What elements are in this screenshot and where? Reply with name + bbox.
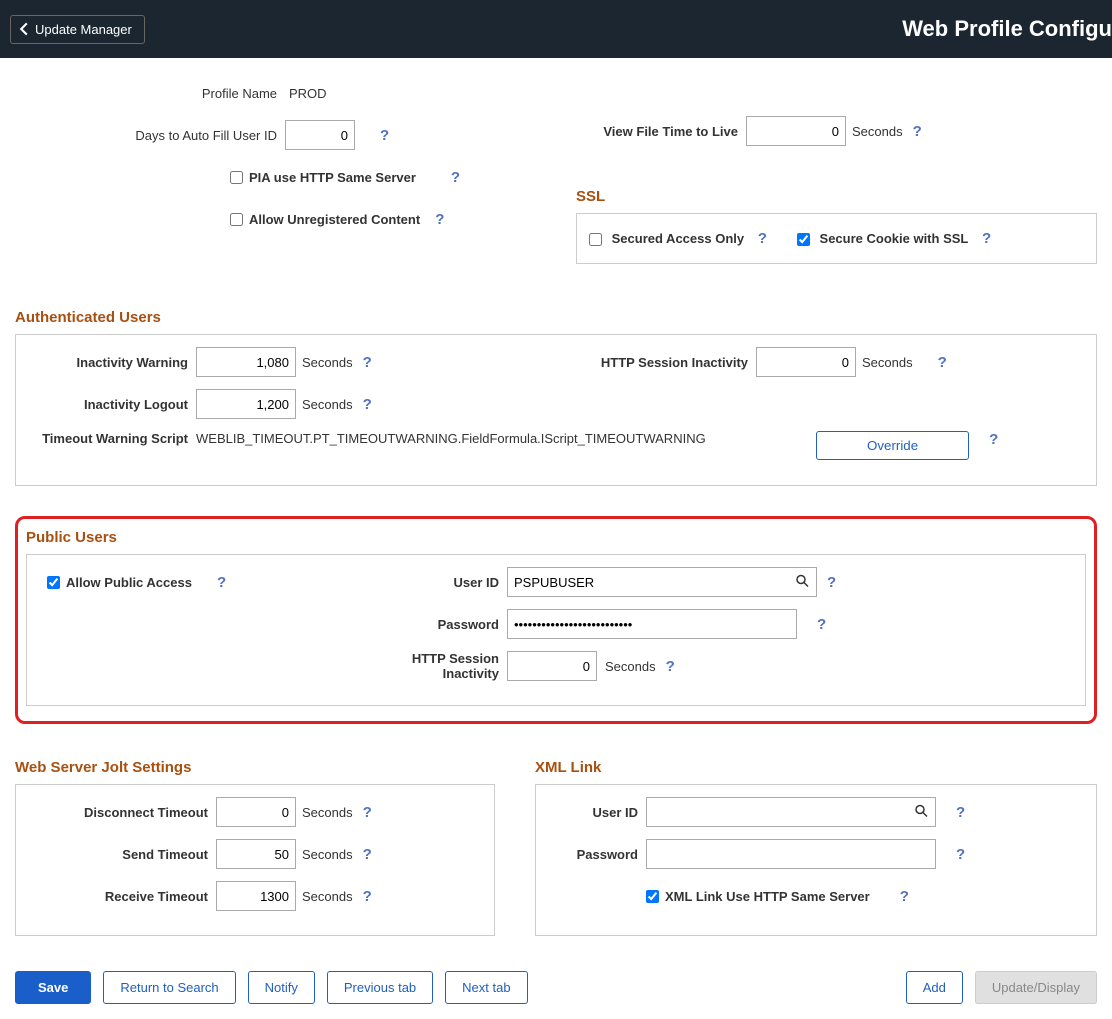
allow-unregistered-checkbox[interactable] <box>230 213 243 226</box>
allow-public-access-label: Allow Public Access <box>66 575 192 590</box>
public-http-inactivity-label: HTTP Session Inactivity <box>357 651 507 681</box>
ssl-section-title: SSL <box>576 188 1097 205</box>
help-icon[interactable]: ? <box>666 658 675 675</box>
help-icon[interactable]: ? <box>956 846 965 863</box>
jolt-title: Web Server Jolt Settings <box>15 759 495 776</box>
top-banner: Update Manager Web Profile Configu <box>0 0 1112 58</box>
help-icon[interactable]: ? <box>758 230 767 247</box>
pia-same-server-checkbox[interactable] <box>230 171 243 184</box>
lookup-icon[interactable] <box>795 574 809 591</box>
public-userid-input[interactable] <box>507 567 817 597</box>
timeout-script-label: Timeout Warning Script <box>26 431 196 446</box>
back-button-label: Update Manager <box>35 22 132 37</box>
auth-users-title: Authenticated Users <box>15 309 1097 326</box>
help-icon[interactable]: ? <box>363 396 372 413</box>
public-password-label: Password <box>357 617 507 632</box>
xml-userid-label: User ID <box>546 805 646 820</box>
help-icon[interactable]: ? <box>982 230 991 247</box>
help-icon[interactable]: ? <box>956 804 965 821</box>
help-icon[interactable]: ? <box>363 888 372 905</box>
profile-name-label: Profile Name <box>15 86 285 101</box>
inactivity-logout-label: Inactivity Logout <box>26 397 196 412</box>
allow-unregistered-label: Allow Unregistered Content <box>249 212 420 227</box>
inactivity-warning-label: Inactivity Warning <box>26 355 196 370</box>
help-icon[interactable]: ? <box>938 354 947 371</box>
help-icon[interactable]: ? <box>380 127 389 144</box>
xml-title: XML Link <box>535 759 1097 776</box>
pia-same-server-label: PIA use HTTP Same Server <box>249 170 416 185</box>
seconds-label: Seconds <box>302 355 353 370</box>
chevron-left-icon <box>17 22 31 36</box>
help-icon[interactable]: ? <box>900 888 909 905</box>
save-button[interactable]: Save <box>15 971 91 1004</box>
help-icon[interactable]: ? <box>913 123 922 140</box>
http-inactivity-input[interactable] <box>756 347 856 377</box>
receive-timeout-input[interactable] <box>216 881 296 911</box>
xml-password-label: Password <box>546 847 646 862</box>
next-tab-button[interactable]: Next tab <box>445 971 527 1004</box>
help-icon[interactable]: ? <box>451 169 460 186</box>
public-userid-label: User ID <box>357 575 507 590</box>
secure-cookie-checkbox[interactable] <box>797 233 810 246</box>
auth-users-box: Inactivity Warning Seconds ? Inactivity … <box>15 334 1097 486</box>
help-icon[interactable]: ? <box>363 804 372 821</box>
seconds-label: Seconds <box>852 124 903 139</box>
send-timeout-input[interactable] <box>216 839 296 869</box>
xml-userid-input[interactable] <box>646 797 936 827</box>
seconds-label: Seconds <box>302 847 353 862</box>
disconnect-timeout-label: Disconnect Timeout <box>26 805 216 820</box>
help-icon[interactable]: ? <box>363 354 372 371</box>
seconds-label: Seconds <box>302 397 353 412</box>
timeout-script-value: WEBLIB_TIMEOUT.PT_TIMEOUTWARNING.FieldFo… <box>196 431 816 446</box>
days-autofill-input[interactable] <box>285 120 355 150</box>
inactivity-warning-input[interactable] <box>196 347 296 377</box>
notify-button[interactable]: Notify <box>248 971 315 1004</box>
xml-same-server-checkbox[interactable] <box>646 890 659 903</box>
back-button[interactable]: Update Manager <box>10 15 145 44</box>
help-icon[interactable]: ? <box>989 431 998 448</box>
help-icon[interactable]: ? <box>363 846 372 863</box>
seconds-label: Seconds <box>605 659 656 674</box>
public-users-box: Allow Public Access ? User ID ? <box>26 554 1086 706</box>
help-icon[interactable]: ? <box>817 616 826 633</box>
help-icon[interactable]: ? <box>435 211 444 228</box>
inactivity-logout-input[interactable] <box>196 389 296 419</box>
update-display-button[interactable]: Update/Display <box>975 971 1097 1004</box>
jolt-box: Disconnect Timeout Seconds ? Send Timeou… <box>15 784 495 936</box>
view-file-ttl-input[interactable] <box>746 116 846 146</box>
seconds-label: Seconds <box>862 355 913 370</box>
public-http-inactivity-input[interactable] <box>507 651 597 681</box>
xml-same-server-label: XML Link Use HTTP Same Server <box>665 889 870 904</box>
profile-name-value: PROD <box>285 86 327 101</box>
days-autofill-label: Days to Auto Fill User ID <box>15 128 285 143</box>
previous-tab-button[interactable]: Previous tab <box>327 971 433 1004</box>
page-title: Web Profile Configu <box>902 16 1112 42</box>
add-button[interactable]: Add <box>906 971 963 1004</box>
help-icon[interactable]: ? <box>827 574 836 591</box>
seconds-label: Seconds <box>302 805 353 820</box>
ssl-box: Secured Access Only ? Secure Cookie with… <box>576 213 1097 264</box>
lookup-icon[interactable] <box>914 804 928 821</box>
xml-box: User ID ? Password ? <box>535 784 1097 936</box>
receive-timeout-label: Receive Timeout <box>26 889 216 904</box>
http-inactivity-label: HTTP Session Inactivity <box>556 355 756 370</box>
secured-access-checkbox[interactable] <box>589 233 602 246</box>
return-to-search-button[interactable]: Return to Search <box>103 971 235 1004</box>
public-users-title: Public Users <box>26 529 1086 546</box>
view-file-ttl-label: View File Time to Live <box>576 124 746 139</box>
help-icon[interactable]: ? <box>217 574 226 591</box>
xml-password-input[interactable] <box>646 839 936 869</box>
public-users-highlight: Public Users Allow Public Access ? User … <box>15 516 1097 724</box>
send-timeout-label: Send Timeout <box>26 847 216 862</box>
disconnect-timeout-input[interactable] <box>216 797 296 827</box>
secure-cookie-label: Secure Cookie with SSL <box>820 231 969 246</box>
secured-access-label: Secured Access Only <box>612 231 744 246</box>
override-button[interactable]: Override <box>816 431 969 460</box>
public-password-input[interactable] <box>507 609 797 639</box>
allow-public-access-checkbox[interactable] <box>47 576 60 589</box>
seconds-label: Seconds <box>302 889 353 904</box>
